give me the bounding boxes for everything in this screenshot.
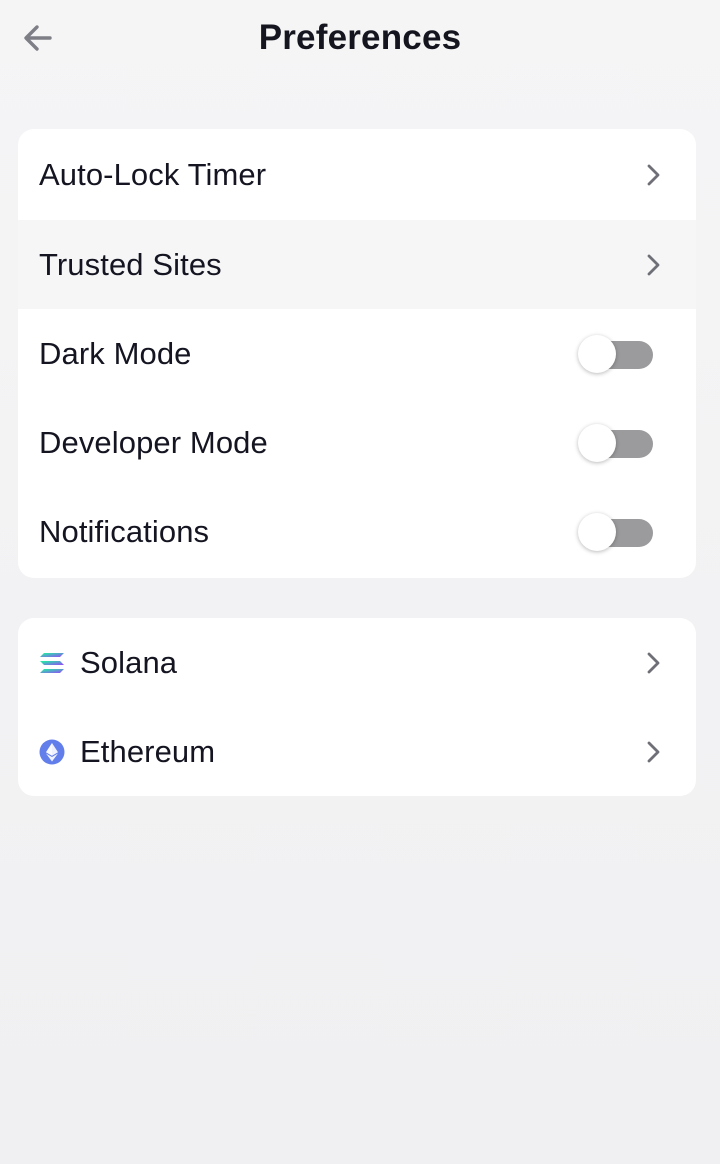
developer-mode-row: Developer Mode — [18, 398, 696, 487]
developer-mode-toggle[interactable] — [578, 423, 653, 462]
chevron-right-icon — [647, 652, 660, 673]
trusted-sites-row[interactable]: Trusted Sites — [18, 220, 696, 309]
auto-lock-timer-row[interactable]: Auto-Lock Timer — [18, 129, 696, 220]
dark-mode-toggle[interactable] — [578, 334, 653, 373]
toggle-knob — [578, 423, 616, 462]
notifications-toggle[interactable] — [578, 512, 653, 551]
trusted-sites-label: Trusted Sites — [39, 246, 222, 282]
developer-mode-label: Developer Mode — [39, 424, 268, 460]
settings-card: Auto-Lock Timer Trusted Sites Dark Mode … — [18, 129, 696, 578]
dark-mode-label: Dark Mode — [39, 335, 192, 371]
network-row-solana[interactable]: Solana — [18, 618, 696, 707]
ethereum-icon — [39, 739, 65, 765]
auto-lock-timer-label: Auto-Lock Timer — [39, 156, 267, 192]
page-title: Preferences — [258, 18, 462, 57]
chevron-right-icon — [647, 254, 660, 275]
toggle-knob — [578, 334, 616, 373]
chevron-right-icon — [647, 164, 660, 185]
notifications-label: Notifications — [39, 513, 210, 549]
network-label-ethereum: Ethereum — [80, 733, 216, 769]
network-label-solana: Solana — [80, 644, 178, 680]
dark-mode-row: Dark Mode — [18, 309, 696, 398]
notifications-row: Notifications — [18, 487, 696, 576]
network-row-ethereum[interactable]: Ethereum — [18, 707, 696, 796]
header: Preferences — [0, 0, 720, 78]
toggle-knob — [578, 512, 616, 551]
solana-icon — [39, 650, 65, 676]
chevron-right-icon — [647, 741, 660, 762]
networks-card: Solana Ethereum — [18, 618, 696, 796]
